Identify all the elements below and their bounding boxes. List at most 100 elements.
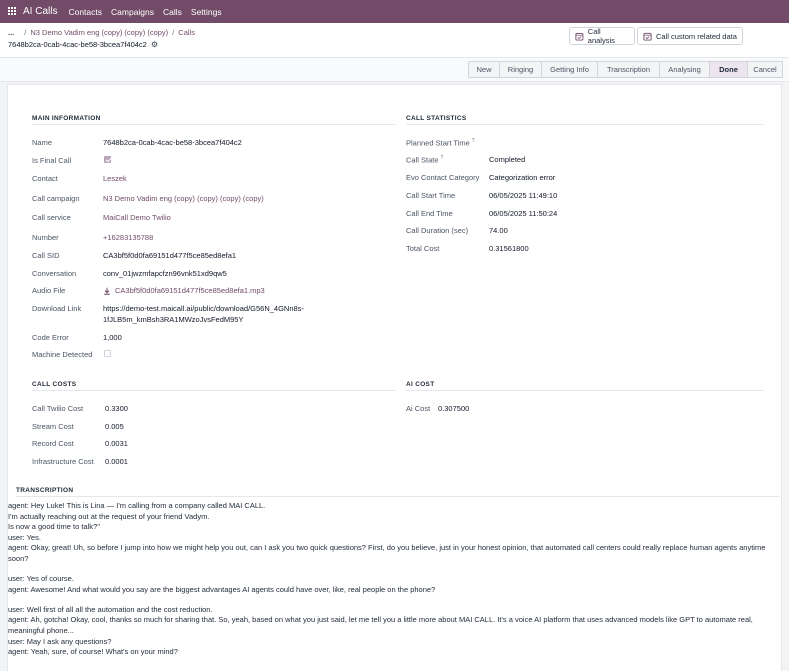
ai-cost-value: 0.307500 [438,404,470,413]
number-link[interactable]: +16283135788 [103,233,153,242]
section-call-costs: CALL COSTS [32,381,77,388]
transcript-spacer [8,565,773,575]
transcript-line: agent: Okay, great! Uh, so before I jump… [8,543,766,553]
divider [32,124,396,125]
planned-start-time-label: Planned Start Time? [406,138,475,148]
call-start-time-value: 06/05/2025 11:49:10 [489,191,558,200]
call-duration-label: Call Duration (sec) [406,226,469,235]
call-service-label: Call service [32,213,71,222]
call-twilio-cost-label: Call Twilio Cost [32,404,84,413]
call-analysis-button[interactable]: Call analysis [569,27,635,45]
call-campaign-label: Call campaign [32,194,80,203]
conversation-value: conv_01jwzmfapcfzn96vnk51xd9qw5 [103,269,227,278]
name-label: Name [32,138,53,147]
transcription-text: agent: Hey Luke! This is Lina — I'm call… [8,501,773,658]
ai-cost-label: Ai Cost [406,404,431,413]
name-value: 7648b2ca-0cab-4cac-be58-3bcea7f404c2 [103,138,242,147]
code-error-label: Code Error [32,333,69,342]
divider [16,496,780,497]
call-sid-label: Call SID [32,251,60,260]
record-cost-label: Record Cost [32,439,74,448]
transcript-line: agent: Ah, gotcha! Okay, cool, thanks so… [8,615,753,625]
download-link-label: Download Link [32,304,82,313]
status-bar: New Ringing Getting Info Transcription A… [468,61,783,78]
call-analysis-label: Call analysis [587,27,615,45]
breadcrumb-more[interactable]: ... [8,28,14,37]
record-cost-value: 0.0031 [105,439,128,448]
divider [406,390,764,391]
transcript-line: agent: Hey Luke! This is Lina — I'm call… [8,501,266,510]
contact-label: Contact [32,174,58,183]
stage-transcription[interactable]: Transcription [598,61,660,78]
evo-contact-category-label: Evo Contact Category [406,173,480,182]
breadcrumb-separator: / [172,28,175,37]
help-tooltip-icon[interactable]: ? [472,138,475,144]
breadcrumb-campaign[interactable]: N3 Demo Vadim eng (copy) (copy) (copy) [30,28,168,37]
transcript-line: meaningful phone... [8,625,74,635]
infrastructure-cost-label: Infrastructure Cost [32,457,94,466]
call-twilio-cost-value: 0.3300 [105,404,128,413]
record-id-text: 7648b2ca-0cab-4cac-be58-3bcea7f404c2 [8,40,147,49]
menu-calls[interactable]: Calls [163,7,182,17]
menu-campaigns[interactable]: Campaigns [111,7,154,17]
stream-cost-value: 0.005 [105,422,124,431]
call-state-label: Call State? [406,155,444,165]
record-title: 7648b2ca-0cab-4cac-be58-3bcea7f404c2 ⚙ [8,40,158,49]
total-cost-label: Total Cost [406,244,440,253]
call-duration-value: 74.00 [489,226,508,235]
call-custom-data-button[interactable]: Call custom related data [637,27,743,45]
download-link-line-2[interactable]: 1fJLB5m_kmBsh3RA1MWzoJvsFedM95Y [103,315,243,324]
call-custom-data-label: Call custom related data [656,31,737,41]
status-row: New Ringing Getting Info Transcription A… [0,58,789,82]
gear-icon[interactable]: ⚙ [151,40,158,49]
conversation-label: Conversation [32,269,77,278]
divider [406,124,764,125]
stage-done[interactable]: Done [710,61,748,78]
transcript-line: agent: Awesome! And what would you say a… [8,584,436,594]
download-link-line-1[interactable]: https://demo-test.maicall.ai/public/down… [103,304,304,313]
audio-file-name: CA3bf5f0d0fa69151d477f5ce85ed8efa1.mp3 [115,286,265,295]
code-error-value: 1,000 [103,333,122,342]
audio-file-label: Audio File [32,286,66,295]
machine-detected-checkbox[interactable] [104,350,111,357]
menu-settings[interactable]: Settings [191,7,222,17]
apps-grid-icon[interactable] [8,7,17,16]
calendar-check-icon [643,32,652,41]
audio-file-link[interactable]: CA3bf5f0d0fa69151d477f5ce85ed8efa1.mp3 [103,286,265,295]
transcript-line: user: Well first of all all the automati… [8,604,213,614]
stage-new[interactable]: New [468,61,500,78]
transcript-line: user: Yes of course. [8,574,74,584]
call-end-time-label: Call End Time [406,209,453,218]
stage-getting-info[interactable]: Getting Info [542,61,598,78]
app-name[interactable]: AI Calls [23,6,57,17]
transcript-line: Is now a good time to talk?" [8,522,100,532]
help-tooltip-icon[interactable]: ? [441,155,444,161]
total-cost-value: 0.31561800 [489,244,529,253]
section-main-information: MAIN INFORMATION [32,115,101,122]
menu-contacts[interactable]: Contacts [68,7,102,17]
control-panel: ... / N3 Demo Vadim eng (copy) (copy) (c… [0,23,789,58]
is-final-call-checkbox[interactable] [104,156,111,163]
cancel-button[interactable]: Cancel [748,61,783,78]
calendar-check-icon [575,32,584,40]
machine-detected-label: Machine Detected [32,350,93,359]
stage-ringing[interactable]: Ringing [500,61,542,78]
download-icon [104,287,110,295]
call-service-link[interactable]: MaiCall Demo Twilio [103,213,171,222]
section-call-statistics: CALL STATISTICS [406,115,467,122]
transcript-line: agent: Yeah, sure, of course! What's on … [8,647,178,657]
transcript-line: I'm actually reaching out at the request… [8,511,210,521]
call-start-time-label: Call Start Time [406,191,456,200]
infrastructure-cost-value: 0.0001 [105,457,128,466]
breadcrumb-separator: / [24,28,27,37]
call-campaign-link[interactable]: N3 Demo Vadim eng (copy) (copy) (copy) (… [103,194,264,203]
section-ai-cost: AI COST [406,381,435,388]
contact-link[interactable]: Leszek [103,174,127,183]
breadcrumb-calls[interactable]: Calls [178,28,195,37]
stage-analysing[interactable]: Analysing [660,61,710,78]
call-end-time-value: 06/05/2025 11:50:24 [489,209,558,218]
breadcrumb: ... / N3 Demo Vadim eng (copy) (copy) (c… [8,28,195,37]
transcript-line: soon? [8,553,29,563]
is-final-call-label: Is Final Call [32,156,72,165]
section-transcription: TRANSCRIPTION [16,487,74,494]
